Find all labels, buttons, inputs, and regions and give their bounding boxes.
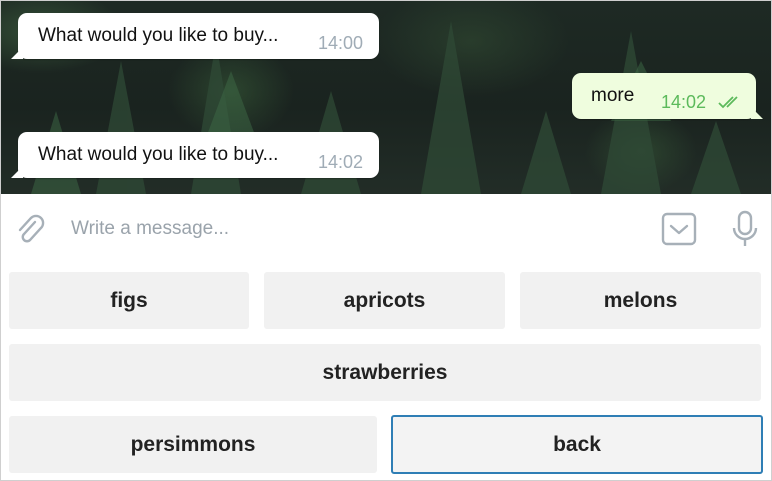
keyboard-button-persimmons[interactable]: persimmons — [9, 416, 377, 473]
keyboard-button-melons[interactable]: melons — [520, 272, 761, 329]
message-input[interactable] — [71, 212, 631, 246]
keyboard-button-strawberries[interactable]: strawberries — [9, 344, 761, 401]
message-bubble-incoming[interactable]: What would you like to buy... 14:02 — [11, 132, 379, 178]
bot-reply-keyboard: figs apricots melons strawberries persim… — [1, 262, 771, 480]
keyboard-button-back[interactable]: back — [391, 415, 763, 474]
message-time: 14:02 — [317, 152, 363, 172]
message-text: more — [591, 85, 635, 106]
microphone-icon[interactable] — [729, 210, 761, 248]
keyboard-button-figs[interactable]: figs — [9, 272, 249, 329]
chat-history[interactable]: What would you like to buy... 14:00 more… — [1, 1, 771, 194]
button-label: melons — [603, 288, 678, 312]
message-composer — [1, 194, 771, 262]
button-label: apricots — [343, 288, 426, 312]
telegram-chat-window: What would you like to buy... 14:00 more… — [0, 0, 772, 481]
message-text: What would you like to buy... — [38, 25, 279, 46]
message-text: What would you like to buy... — [38, 144, 279, 165]
button-label: strawberries — [322, 360, 448, 384]
message-bubble-outgoing[interactable]: more 14:02 — [572, 73, 763, 119]
message-time: 14:02 — [660, 92, 706, 112]
keyboard-toggle-icon[interactable] — [661, 211, 697, 247]
button-label: figs — [110, 288, 148, 312]
keyboard-button-apricots[interactable]: apricots — [264, 272, 505, 329]
double-check-icon — [718, 96, 738, 109]
button-label: back — [553, 432, 601, 456]
message-time: 14:00 — [317, 33, 363, 53]
message-bubble-incoming[interactable]: What would you like to buy... 14:00 — [11, 13, 379, 59]
button-label: persimmons — [130, 432, 256, 456]
paperclip-icon[interactable] — [13, 213, 47, 247]
